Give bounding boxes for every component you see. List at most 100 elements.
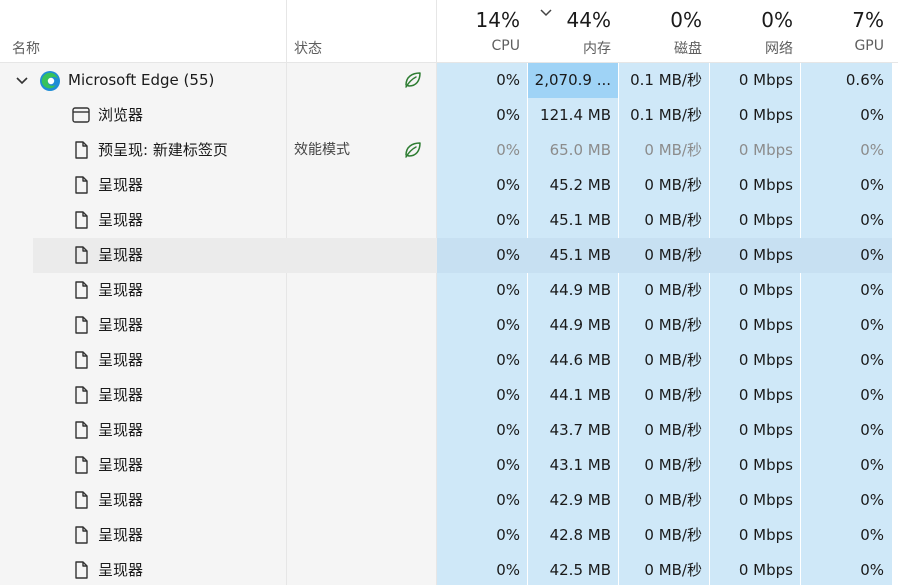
memory-value: 44.6 MB [549,351,611,369]
column-header-cpu[interactable]: CPU [437,38,520,54]
network-value: 0 Mbps [738,281,793,299]
document-icon [75,421,88,439]
column-header-disk[interactable]: 磁盘 [619,38,702,58]
process-row[interactable]: 呈现器 0% 42.8 MB 0 MB/秒 0 Mbps 0% [0,518,898,553]
document-icon [75,456,88,474]
column-header-name[interactable]: 名称 [12,38,40,58]
disk-value: 0 MB/秒 [644,211,702,229]
column-header-status[interactable]: 状态 [294,38,322,58]
memory-value: 45.1 MB [549,211,611,229]
process-row[interactable]: 呈现器 0% 43.7 MB 0 MB/秒 0 Mbps 0% [0,413,898,448]
process-row[interactable]: 浏览器 0% 121.4 MB 0.1 MB/秒 0 Mbps 0% [0,98,898,133]
disk-total[interactable]: 0% [619,8,702,32]
process-name: 呈现器 [98,386,144,404]
gpu-value: 0% [860,561,884,579]
efficiency-mode-leaf-icon [405,142,421,158]
gpu-value: 0% [860,316,884,334]
memory-value: 42.8 MB [549,526,611,544]
gpu-value: 0% [860,211,884,229]
column-header-memory[interactable]: 内存 [528,38,611,58]
column-header-gpu[interactable]: GPU [801,38,884,54]
process-row[interactable]: 呈现器 0% 45.1 MB 0 MB/秒 0 Mbps 0% [0,238,898,273]
gpu-value: 0.6% [845,71,884,89]
document-icon [75,491,88,509]
disk-value: 0 MB/秒 [644,176,702,194]
memory-value: 65.0 MB [549,141,611,159]
process-row[interactable]: 呈现器 0% 44.9 MB 0 MB/秒 0 Mbps 0% [0,273,898,308]
process-row[interactable]: 呈现器 0% 42.9 MB 0 MB/秒 0 Mbps 0% [0,483,898,518]
gpu-value: 0% [860,176,884,194]
cpu-value: 0% [496,421,520,439]
process-name: 呈现器 [98,351,144,369]
memory-value: 43.1 MB [549,456,611,474]
gpu-value: 0% [860,491,884,509]
process-name: 浏览器 [98,106,144,124]
row-hover-highlight [33,238,437,273]
cpu-total[interactable]: 14% [437,8,520,32]
disk-value: 0 MB/秒 [644,386,702,404]
cpu-value: 0% [496,526,520,544]
memory-value: 121.4 MB [540,106,611,124]
network-value: 0 Mbps [738,421,793,439]
process-name: 呈现器 [98,491,144,509]
document-icon [75,176,88,194]
cpu-value: 0% [496,176,520,194]
cpu-value: 0% [496,351,520,369]
edge-browser-icon [40,71,60,91]
memory-value: 44.9 MB [549,281,611,299]
document-icon [75,561,88,579]
memory-value: 42.5 MB [549,561,611,579]
process-row[interactable]: 呈现器 0% 45.2 MB 0 MB/秒 0 Mbps 0% [0,168,898,203]
process-group-row[interactable]: Microsoft Edge (55) 0% 2,070.9 ... 0.1 MB/秒… [0,63,898,98]
process-row[interactable]: 呈现器 0% 44.9 MB 0 MB/秒 0 Mbps 0% [0,308,898,343]
process-row[interactable]: 呈现器 0% 44.6 MB 0 MB/秒 0 Mbps 0% [0,343,898,378]
document-icon [75,316,88,334]
gpu-total[interactable]: 7% [801,8,884,32]
network-value: 0 Mbps [738,491,793,509]
disk-value: 0 MB/秒 [644,561,702,579]
cpu-value: 0% [496,491,520,509]
process-name: 呈现器 [98,456,144,474]
process-name: 呈现器 [98,316,144,334]
disk-value: 0 MB/秒 [644,351,702,369]
memory-value: 43.7 MB [549,421,611,439]
cpu-value: 0% [496,561,520,579]
process-row[interactable]: 呈现器 0% 44.1 MB 0 MB/秒 0 Mbps 0% [0,378,898,413]
process-row[interactable]: 预呈现: 新建标签页 效能模式 0% 65.0 MB 0 MB/秒 0 Mbps 0% [0,133,898,168]
network-value: 0 Mbps [738,106,793,124]
cpu-value: 0% [496,281,520,299]
process-name: Microsoft Edge (55) [68,71,215,89]
cpu-value: 0% [496,386,520,404]
cpu-value: 0% [496,456,520,474]
network-value: 0 Mbps [738,141,793,159]
process-row[interactable]: 呈现器 0% 43.1 MB 0 MB/秒 0 Mbps 0% [0,448,898,483]
cpu-value: 0% [496,211,520,229]
disk-value: 0 MB/秒 [644,526,702,544]
disk-value: 0 MB/秒 [644,456,702,474]
process-row[interactable]: 呈现器 0% 45.1 MB 0 MB/秒 0 Mbps 0% [0,203,898,238]
gpu-value: 0% [860,421,884,439]
document-icon [75,351,88,369]
efficiency-mode-leaf-icon [405,72,421,88]
document-icon [75,526,88,544]
document-icon [75,211,88,229]
gpu-value: 0% [860,281,884,299]
network-value: 0 Mbps [738,211,793,229]
disk-value: 0 MB/秒 [644,281,702,299]
process-name: 预呈现: 新建标签页 [98,141,228,159]
gpu-value: 0% [860,351,884,369]
document-icon [75,246,88,264]
network-value: 0 Mbps [738,386,793,404]
network-total[interactable]: 0% [710,8,793,32]
expand-chevron-icon[interactable] [15,76,29,86]
gpu-value: 0% [860,526,884,544]
memory-value: 2,070.9 ... [534,71,611,89]
network-value: 0 Mbps [738,351,793,369]
column-header-network[interactable]: 网络 [710,38,793,58]
process-row[interactable]: 呈现器 0% 42.5 MB 0 MB/秒 0 Mbps 0% [0,553,898,588]
memory-total[interactable]: 44% [528,8,611,32]
network-value: 0 Mbps [738,316,793,334]
cpu-value: 0% [496,316,520,334]
process-name: 呈现器 [98,246,144,264]
disk-value: 0 MB/秒 [644,316,702,334]
